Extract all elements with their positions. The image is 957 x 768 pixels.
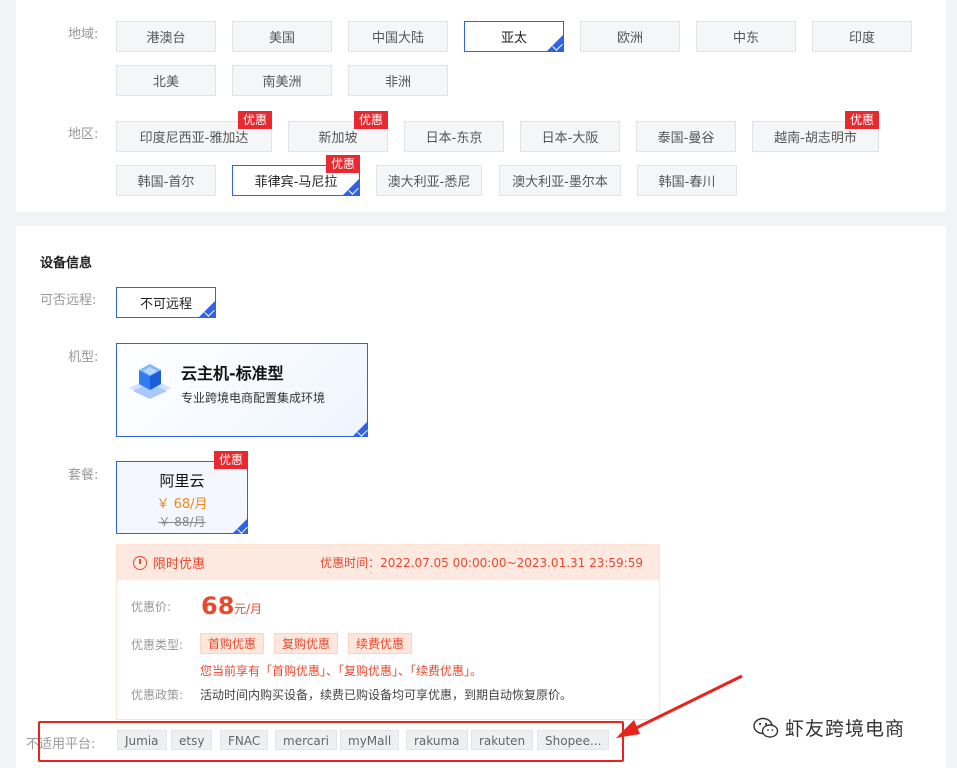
deal-title: 限时优惠 (153, 557, 206, 572)
plan-card-aliyun[interactable]: 优惠 阿里云 ￥ 68/月 ￥ 88/月 (116, 451, 248, 534)
region-panel: 地域: 港澳台 美国 中国大陆 亚太 欧洲 中东 印度 北美 南美洲 非洲 地区… (16, 0, 946, 212)
platform-tag: mercari (275, 730, 337, 750)
deal-type-tag: 首购优惠 (200, 633, 265, 654)
deal-price-unit: 元/月 (234, 602, 263, 616)
annotation-arrow-icon (616, 674, 743, 738)
plan-original-price: ￥ 88/月 (158, 515, 206, 529)
platform-tag: myMall (340, 730, 400, 750)
clock-icon (133, 555, 147, 570)
area-option-africa[interactable]: 非洲 (348, 65, 448, 96)
check-corner (230, 516, 248, 534)
district-option-chuncheon[interactable]: 韩国-春川 (637, 165, 737, 196)
district-label: 地区: (68, 127, 99, 142)
promo-badge: 优惠 (213, 451, 248, 469)
platform-tag: etsy (171, 730, 213, 750)
area-label: 地域: (68, 27, 99, 42)
plan-price: ￥ 68/月 (156, 497, 208, 512)
deal-header: 限时优惠 优惠时间：2022.07.05 00:00:00~2023.01.31… (117, 545, 659, 580)
platform-tag: rakuma (406, 730, 468, 750)
district-option-manila[interactable]: 菲律宾-马尼拉 优惠 (232, 155, 360, 196)
model-label: 机型: (68, 350, 99, 365)
remote-label: 可否远程: (40, 293, 97, 308)
area-option-asia-pacific[interactable]: 亚太 (464, 21, 564, 52)
device-panel: 设备信息 可否远程: 不可远程 机型: 云主机-标准型 专业跨境电商配置集成环境… (16, 226, 946, 768)
platform-tag: Shopee... (537, 730, 610, 750)
promo-badge: 优惠 (237, 111, 272, 129)
watermark: 虾友跨境电商 (753, 714, 905, 741)
district-option-sydney[interactable]: 澳大利亚-悉尼 (376, 165, 482, 196)
platform-tag: Jumia (117, 730, 167, 750)
deal-policy-label: 优惠政策: (131, 688, 184, 702)
area-option-usa[interactable]: 美国 (232, 21, 332, 52)
check-icon (357, 426, 368, 437)
cloud-server-icon (129, 364, 171, 399)
deal-type-tag: 续费优惠 (348, 633, 413, 654)
area-option-north-america[interactable]: 北美 (116, 65, 216, 96)
area-option-mainland-china[interactable]: 中国大陆 (348, 21, 448, 52)
machine-title: 云主机-标准型 (181, 364, 284, 383)
deal-note: 您当前享有「首购优惠」、「复购优惠」、「续费优惠」。 (200, 664, 483, 678)
platform-tag: FNAC (220, 730, 269, 750)
district-option-tokyo[interactable]: 日本-东京 (404, 121, 504, 152)
district-option-bangkok[interactable]: 泰国-曼谷 (636, 121, 736, 152)
deal-policy: 活动时间内购买设备，续费已购设备均可享优惠，到期自动恢复原价。 (200, 688, 573, 702)
district-option-melbourne[interactable]: 澳大利亚-墨尔本 (499, 165, 621, 196)
deal-price: 68 (201, 592, 235, 620)
watermark-text: 虾友跨境电商 (785, 718, 906, 740)
remote-option-not-remote[interactable]: 不可远程 (116, 287, 216, 318)
area-option-middle-east[interactable]: 中东 (696, 21, 796, 52)
district-option-singapore[interactable]: 新加坡 优惠 (288, 111, 388, 152)
section-title: 设备信息 (40, 256, 93, 271)
check-corner (350, 419, 368, 437)
wechat-icon (753, 717, 779, 738)
area-option-india[interactable]: 印度 (812, 21, 912, 52)
check-icon (552, 40, 563, 51)
plan-name: 阿里云 (159, 472, 205, 490)
platform-tag: rakuten (471, 730, 534, 750)
machine-description: 专业跨境电商配置集成环境 (181, 391, 326, 405)
promo-badge: 优惠 (353, 111, 388, 129)
area-option-europe[interactable]: 欧洲 (580, 21, 680, 52)
check-icon (204, 306, 215, 317)
plan-label: 套餐: (68, 468, 99, 483)
deal-time: 优惠时间：2022.07.05 00:00:00~2023.01.31 23:5… (320, 556, 643, 570)
deal-type-label: 优惠类型: (131, 638, 184, 652)
deal-price-label: 优惠价: (131, 600, 172, 614)
district-option-seoul[interactable]: 韩国-首尔 (116, 165, 216, 196)
district-option-jakarta[interactable]: 印度尼西亚-雅加达 优惠 (116, 111, 272, 152)
platforms-label: 不适用平台: (26, 737, 96, 752)
check-icon (348, 184, 359, 195)
deal-type-tag: 复购优惠 (274, 633, 339, 654)
area-option-hk-mo-tw[interactable]: 港澳台 (116, 21, 216, 52)
machine-card-cloud-standard[interactable]: 云主机-标准型 专业跨境电商配置集成环境 (116, 343, 368, 437)
check-icon (237, 523, 248, 534)
district-option-osaka[interactable]: 日本-大阪 (520, 121, 620, 152)
district-option-ho-chi-minh[interactable]: 越南-胡志明市 优惠 (752, 111, 879, 152)
promo-badge: 优惠 (325, 155, 360, 173)
promo-badge: 优惠 (844, 111, 879, 129)
limited-deal-box: 限时优惠 优惠时间：2022.07.05 00:00:00~2023.01.31… (116, 544, 660, 720)
area-option-south-america[interactable]: 南美洲 (232, 65, 332, 96)
